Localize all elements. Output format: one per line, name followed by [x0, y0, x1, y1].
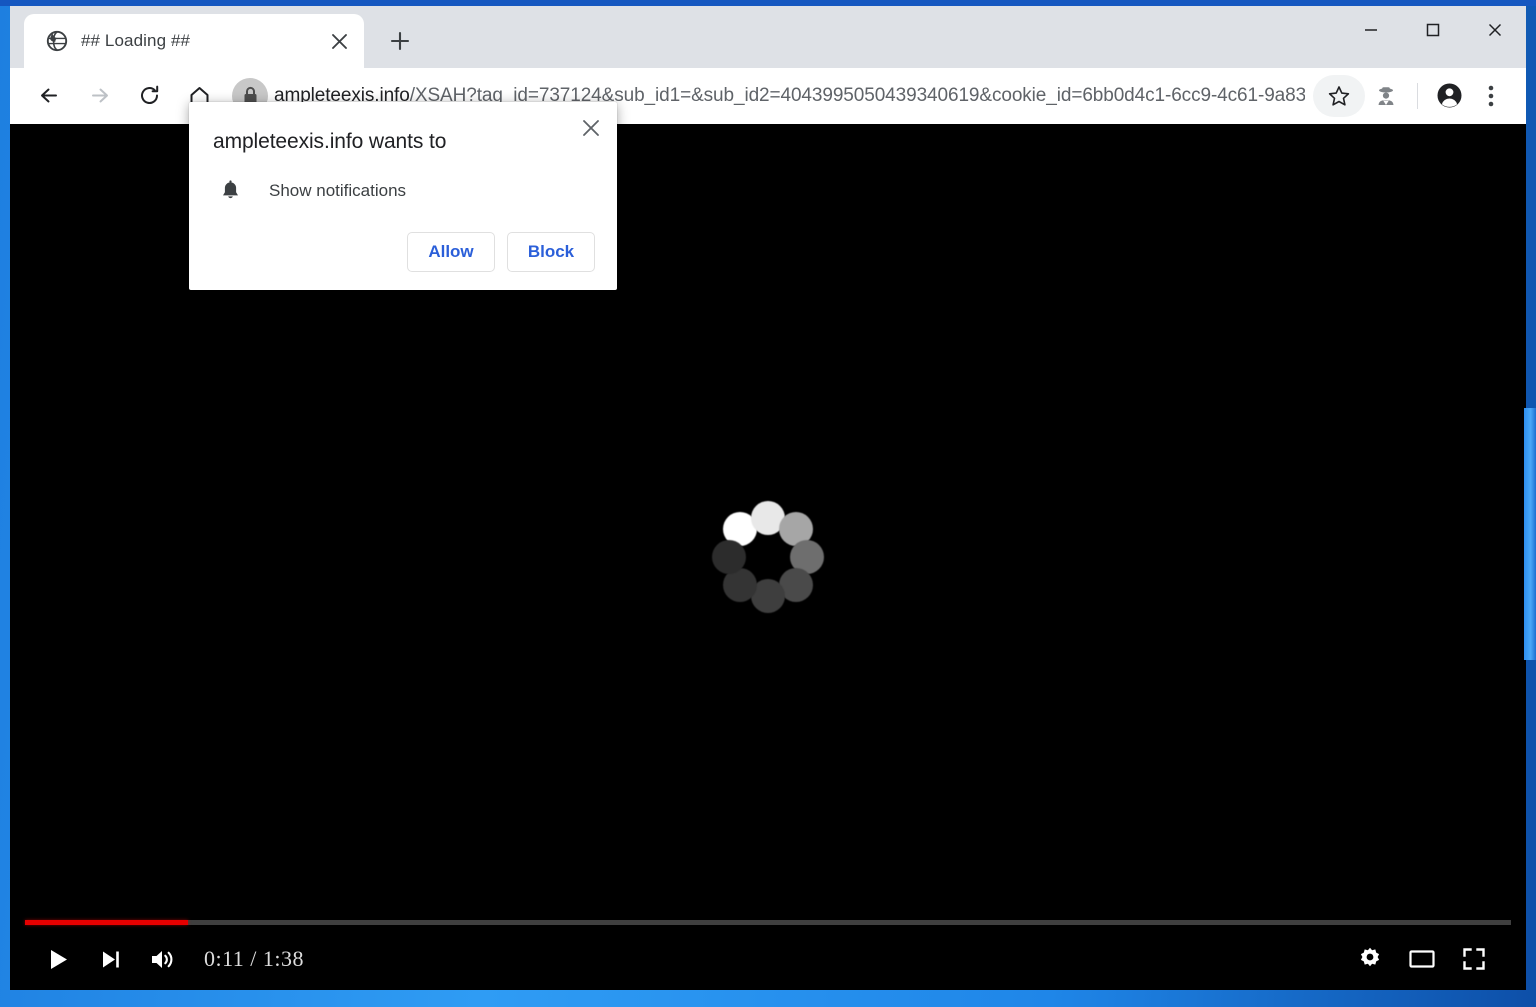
browser-tab[interactable]: ## Loading ##	[24, 14, 364, 68]
extension-icon[interactable]	[1365, 75, 1407, 117]
player-right-controls	[1344, 938, 1500, 980]
maximize-button[interactable]	[1402, 6, 1464, 54]
allow-button[interactable]: Allow	[407, 232, 495, 272]
permission-row: Show notifications	[211, 178, 595, 204]
arrow-right-icon	[91, 88, 108, 103]
volume-button[interactable]	[136, 938, 188, 980]
star-icon	[1328, 85, 1350, 106]
video-controls: 0:11 / 1:38	[10, 914, 1526, 990]
time-display: 0:11 / 1:38	[204, 946, 305, 971]
minimize-icon	[1365, 29, 1377, 31]
next-button[interactable]	[84, 938, 136, 980]
dialog-close-icon[interactable]	[577, 114, 605, 142]
forward-button[interactable]	[78, 75, 120, 117]
toolbar-divider	[1417, 82, 1418, 109]
close-icon	[1488, 23, 1502, 37]
tab-strip: ## Loading ##	[10, 6, 1526, 68]
block-button[interactable]: Block	[507, 232, 595, 272]
maximize-icon	[1426, 23, 1440, 37]
screenshot-frame: ## Loading ## ampleteexis.info/XSAH?tag_…	[0, 0, 1536, 1007]
dialog-actions: Allow Block	[211, 232, 595, 272]
miniplayer-icon	[1409, 950, 1435, 968]
window-controls	[1340, 6, 1526, 54]
miniplayer-button[interactable]	[1396, 938, 1448, 980]
fullscreen-button[interactable]	[1448, 938, 1500, 980]
plus-icon	[390, 31, 410, 51]
minimize-button[interactable]	[1340, 6, 1402, 54]
bell-icon	[217, 178, 243, 204]
reload-icon	[140, 85, 158, 104]
play-icon	[50, 949, 67, 969]
chrome-menu-button[interactable]	[1470, 75, 1512, 117]
bookmark-button[interactable]	[1313, 74, 1365, 117]
next-track-icon	[102, 951, 119, 967]
fullscreen-icon	[1463, 948, 1485, 970]
progress-bar-fill	[25, 920, 189, 925]
arrow-left-icon	[40, 88, 57, 103]
window-edge-highlight	[1524, 408, 1536, 660]
globe-icon	[46, 30, 68, 52]
back-button[interactable]	[28, 75, 70, 117]
loading-spinner	[712, 501, 824, 613]
toolbar-actions	[1313, 74, 1512, 117]
volume-icon	[151, 950, 172, 968]
tab-title: ## Loading ##	[81, 31, 191, 50]
permission-label: Show notifications	[269, 181, 407, 200]
play-button[interactable]	[32, 938, 84, 980]
three-dots-icon	[1488, 85, 1494, 106]
close-button[interactable]	[1464, 6, 1526, 54]
tab-close-icon[interactable]	[326, 28, 352, 54]
notification-permission-dialog: ampleteexis.info wants to Show notificat…	[189, 102, 617, 290]
gear-icon	[1360, 947, 1380, 967]
new-tab-button[interactable]	[378, 19, 422, 63]
reload-button[interactable]	[128, 75, 170, 117]
settings-button[interactable]	[1344, 938, 1396, 980]
dialog-title: ampleteexis.info wants to	[213, 130, 447, 153]
progress-bar-track[interactable]	[25, 920, 1511, 925]
profile-avatar[interactable]	[1428, 75, 1470, 117]
player-left-controls: 0:11 / 1:38	[32, 938, 304, 980]
spinner-dot	[712, 540, 746, 574]
